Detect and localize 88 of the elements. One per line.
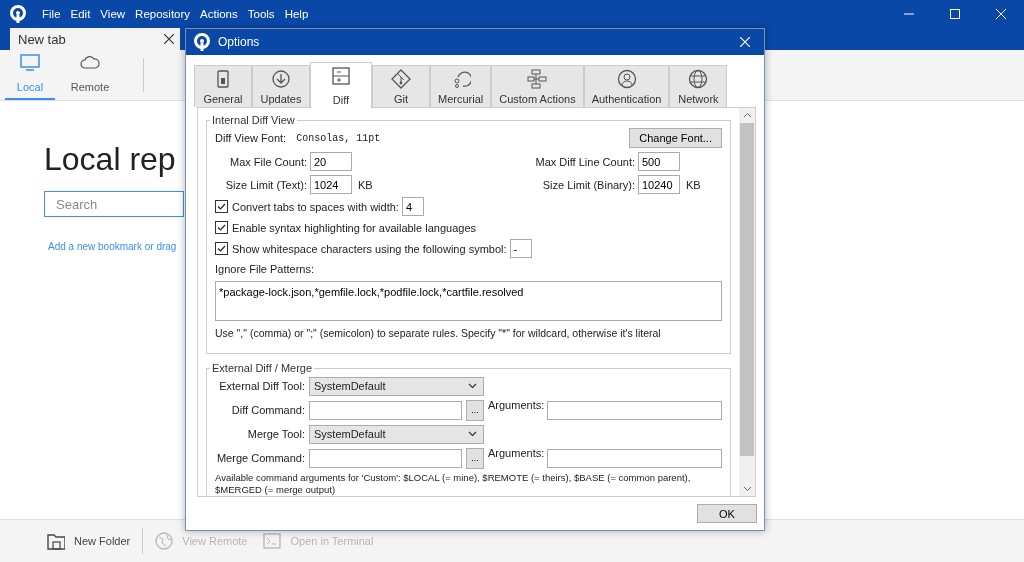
close-icon — [740, 37, 750, 47]
text-field[interactable]: 4 — [401, 197, 424, 216]
close-icon — [164, 34, 174, 44]
group-title: External Diff / Merge — [211, 362, 314, 374]
field-label: Merge Tool: — [246, 428, 305, 440]
menu-item[interactable]: Actions — [195, 8, 243, 20]
field-label: Diff Command: — [230, 404, 305, 416]
settings-tab[interactable]: Updates — [252, 65, 310, 107]
field-label: Size Limit (Binary): — [542, 178, 635, 191]
hint-text: Use "," (comma) or ";" (semicolon) to separate rules. Specify "*" for wildcard, otherwise it's literal — [215, 327, 662, 339]
checkbox[interactable] — [215, 221, 228, 234]
settings-tab[interactable]: Mercurial — [430, 65, 492, 107]
scroll-thumb[interactable] — [740, 123, 754, 456]
diff-icon — [331, 66, 351, 86]
field-label: Merge Command: — [215, 452, 305, 464]
settings-tab[interactable]: Diff — [310, 62, 372, 108]
checkbox-label: Enable syntax highlighting for available languages — [232, 221, 476, 234]
flowchart-icon — [527, 69, 548, 89]
hint-text: Available command arguments for 'Custom': $LOCAL (= mine), $REMOTE (= theirs), $BASE (= common parent), $MERGED (= merge output) — [215, 472, 692, 496]
unit-label: KB — [358, 178, 374, 191]
chevron-down-icon — [468, 383, 477, 389]
document-tab[interactable]: New tab — [10, 28, 180, 50]
field-label: Diff View Font: — [215, 132, 287, 144]
terminal-icon — [263, 532, 282, 550]
user-icon — [616, 69, 637, 89]
scrollbar[interactable] — [739, 108, 755, 496]
text-field[interactable]: 20 — [310, 152, 352, 171]
close-icon — [996, 9, 1006, 19]
cloud-icon — [80, 54, 100, 72]
globe-icon — [688, 69, 709, 89]
text-field[interactable] — [309, 400, 462, 420]
browse-button[interactable]: ... — [466, 399, 484, 421]
dialog-title: Options — [218, 35, 260, 49]
checkbox-label: Show whitespace characters using the following symbol: — [232, 242, 507, 255]
text-field[interactable]: 500 — [638, 152, 680, 171]
app-logo-icon — [9, 5, 27, 23]
change-font-button[interactable]: Change Font... — [629, 128, 722, 148]
settings-tab[interactable]: Git — [372, 65, 430, 107]
menu-item[interactable]: View — [95, 8, 131, 20]
dropdown[interactable]: SystemDefault — [309, 376, 484, 396]
app-logo-icon — [193, 33, 211, 51]
checkbox-label: Convert tabs to spaces with width: — [232, 200, 399, 213]
bookmark-link[interactable]: Add a new bookmark or drag — [48, 241, 177, 252]
folder-icon — [47, 532, 65, 550]
text-field[interactable]: 10240 — [638, 175, 680, 194]
tab-label: New tab — [18, 31, 66, 47]
chevron-up-icon — [742, 112, 752, 118]
field-label: Max Diff Line Count: — [535, 155, 635, 168]
settings-tab[interactable]: Custom Actions — [491, 65, 584, 107]
chevron-down-icon — [742, 486, 752, 492]
text-field[interactable] — [547, 448, 723, 468]
field-label: Arguments: — [488, 399, 545, 411]
unit-label: KB — [686, 178, 702, 191]
settings-tab[interactable]: Authentication — [583, 65, 670, 107]
ok-button[interactable]: OK — [697, 504, 757, 523]
text-field[interactable] — [309, 448, 462, 468]
dropdown[interactable]: SystemDefault — [309, 424, 484, 444]
field-label: Arguments: — [488, 447, 545, 459]
field-label: External Diff Tool: — [218, 380, 305, 392]
text-field[interactable]: - — [509, 239, 532, 258]
patterns-field[interactable]: *package-lock.json,*gemfile.lock,*podfile.lock,*cartfile.resolved — [215, 281, 722, 321]
globe-icon — [155, 532, 174, 550]
settings-tab[interactable]: Network — [669, 65, 728, 107]
field-label: Ignore File Patterns: — [215, 263, 316, 275]
maximize-icon — [950, 9, 960, 19]
field-label: Max File Count: — [228, 155, 307, 168]
menu-item[interactable]: Edit — [65, 8, 96, 20]
checkbox[interactable] — [215, 242, 228, 255]
group-title: Internal Diff View — [211, 114, 296, 126]
search-field[interactable]: Search — [44, 191, 184, 217]
checkbox[interactable] — [215, 200, 228, 213]
download-icon — [271, 69, 291, 89]
menu-item[interactable]: Tools — [242, 8, 280, 20]
menu-item[interactable]: Help — [279, 8, 314, 20]
browse-button[interactable]: ... — [466, 447, 484, 469]
text-field[interactable]: 1024 — [310, 175, 352, 194]
menu-item[interactable]: File — [37, 8, 66, 20]
toolbar-tab[interactable]: Remote — [65, 54, 115, 100]
bottom-bar-button[interactable]: New Folder — [43, 532, 135, 550]
monitor-icon — [20, 54, 40, 72]
menu-item[interactable]: Repository — [130, 8, 196, 20]
field-label: Size Limit (Text): — [224, 178, 307, 191]
text-field[interactable] — [547, 400, 723, 420]
settings-tab[interactable]: General — [194, 65, 252, 107]
git-icon — [391, 69, 411, 89]
font-value: Consolas, 11pt — [296, 132, 381, 144]
page-title: Local rep — [44, 141, 176, 178]
chevron-down-icon — [468, 431, 477, 437]
